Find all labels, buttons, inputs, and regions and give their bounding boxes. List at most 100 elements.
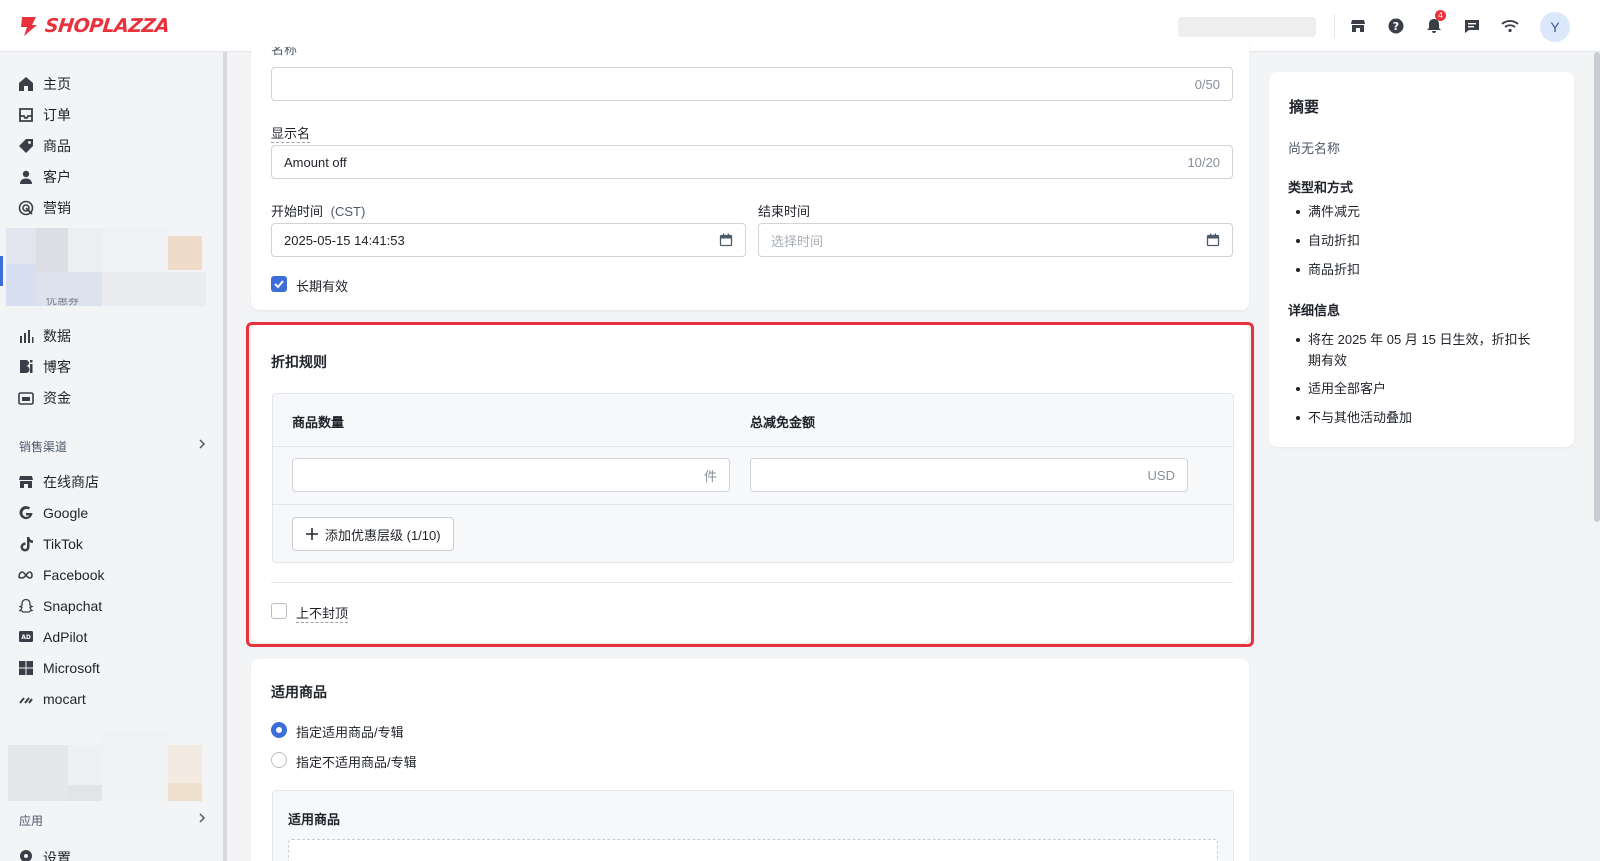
bell-icon[interactable]: 4 [1424, 10, 1446, 36]
highlight-annotation [246, 322, 1254, 647]
sidebar-item-label: 订单 [43, 107, 71, 123]
end-time-placeholder: 选择时间 [771, 233, 824, 249]
summary-detail-title: 详细信息 [1288, 303, 1341, 318]
sidebar-item-orders[interactable]: 订单 [18, 103, 71, 127]
display-name-char-count: 10/20 [1187, 154, 1220, 170]
sidebar-item-snapchat[interactable]: Snapchat [18, 594, 102, 618]
sidebar-item-label: 主页 [43, 76, 71, 92]
inbox-icon [19, 108, 33, 122]
blurred-area [68, 745, 102, 785]
sidebar-item-analytics[interactable]: 数据 [18, 324, 71, 348]
end-time-input[interactable]: 选择时间 [758, 223, 1233, 257]
summary-detail-item-cont: 期有效 [1308, 353, 1348, 368]
start-time-value: 2025-05-15 14:41:53 [284, 232, 405, 248]
summary-detail-item: 将在 2025 年 05 月 15 日生效，折扣长 [1308, 332, 1531, 347]
blog-icon [20, 360, 33, 373]
start-time-label: 开始时间 (CST) [271, 204, 366, 219]
main-scrollbar[interactable] [1594, 52, 1600, 522]
svg-text:?: ? [1393, 20, 1399, 33]
sidebar-item-google[interactable]: Google [18, 501, 88, 525]
summary-type-item: 商品折扣 [1308, 262, 1361, 277]
sidebar-item-label: 商品 [43, 138, 71, 154]
gear-icon [20, 850, 32, 861]
long-term-label: 长期有效 [296, 279, 349, 294]
sidebar-item-label: 客户 [43, 169, 71, 185]
mocart-icon [19, 697, 33, 704]
blurred-area [6, 228, 36, 264]
sidebar-item-online-store[interactable]: 在线商店 [18, 470, 99, 494]
sidebar-item-adpilot[interactable]: AD AdPilot [18, 625, 87, 649]
sidebar-item-customers[interactable]: 客户 [18, 165, 71, 189]
product-drop-area[interactable] [288, 839, 1218, 861]
sidebar-item-label: 在线商店 [43, 474, 99, 490]
bullet [1296, 239, 1300, 243]
sidebar-item-label: TikTok [43, 536, 83, 552]
include-products-label: 指定适用商品/专辑 [296, 725, 404, 740]
target-icon [18, 200, 34, 216]
store-name-blurred[interactable] [1178, 17, 1316, 37]
chevron-right-icon[interactable] [196, 438, 208, 450]
blurred-area [68, 785, 102, 801]
notification-badge: 4 [1435, 10, 1446, 21]
blurred-area [168, 745, 202, 783]
sidebar-item-finance[interactable]: 资金 [18, 386, 71, 410]
sidebar-scrollbar[interactable] [223, 52, 227, 861]
sidebar-item-label: 博客 [43, 359, 71, 375]
start-time-input[interactable]: 2025-05-15 14:41:53 [271, 223, 746, 257]
long-term-checkbox[interactable] [271, 276, 287, 292]
sidebar-item-label: 设置 [43, 850, 71, 861]
summary-type-item: 自动折扣 [1308, 233, 1361, 248]
bullet [1296, 210, 1300, 214]
sidebar-item-facebook[interactable]: Facebook [18, 563, 104, 587]
sidebar-item-label: Google [43, 505, 89, 521]
wifi-icon[interactable] [1500, 16, 1520, 36]
exclude-products-label: 指定不适用商品/专辑 [296, 755, 417, 770]
sidebar-item-label: Facebook [43, 567, 105, 583]
store-icon [19, 476, 33, 488]
applicable-products-box: 适用商品 [272, 790, 1234, 861]
sidebar-item-tiktok[interactable]: TikTok [18, 532, 83, 556]
help-icon[interactable]: ? [1386, 16, 1406, 36]
snapchat-icon [18, 598, 34, 613]
display-name-input[interactable]: Amount off 10/20 [271, 145, 1233, 179]
sidebar-item-label: mocart [43, 691, 86, 707]
logo-mark-icon [21, 17, 37, 36]
avatar[interactable]: Y [1540, 12, 1570, 42]
display-name-value: Amount off [284, 154, 347, 170]
brand-name: SHOPLAZZA [43, 15, 171, 37]
calendar-icon [1206, 233, 1220, 247]
sidebar-item-marketing[interactable]: 营销 [18, 196, 71, 220]
sidebar-item-coupon-partial[interactable]: 优惠券 [46, 298, 79, 309]
include-products-radio[interactable] [271, 722, 287, 738]
name-label: 名称 [271, 47, 298, 56]
name-input[interactable]: 0/50 [271, 67, 1233, 101]
exclude-products-radio[interactable] [271, 752, 287, 768]
blurred-area [168, 236, 202, 270]
sidebar-item-label: AdPilot [43, 629, 88, 645]
sidebar-item-label: 数据 [43, 328, 71, 344]
bullet [1296, 387, 1300, 391]
wallet-icon [18, 392, 34, 405]
apps-heading: 应用 [19, 814, 44, 828]
bullet [1296, 268, 1300, 272]
chevron-right-icon[interactable] [196, 812, 208, 824]
active-indicator [0, 256, 3, 286]
chat-icon[interactable] [1462, 16, 1482, 36]
blurred-area [102, 730, 168, 800]
store-icon[interactable] [1348, 16, 1368, 36]
bullet [1296, 338, 1300, 342]
shoplazza-logo[interactable]: SHOPLAZZA [18, 12, 171, 40]
display-name-label: 显示名 [271, 123, 311, 143]
name-char-count: 0/50 [1194, 76, 1220, 92]
check-icon [274, 280, 284, 289]
sidebar-item-label: Snapchat [43, 598, 103, 614]
sidebar-item-blog[interactable]: 博客 [18, 355, 71, 379]
sidebar-item-settings[interactable]: 设置 [18, 848, 71, 861]
sidebar-item-microsoft[interactable]: Microsoft [18, 656, 100, 680]
sidebar-item-products[interactable]: 商品 [18, 134, 71, 158]
blurred-area [102, 272, 206, 306]
tag-icon [19, 139, 33, 153]
sidebar-item-home[interactable]: 主页 [18, 72, 71, 96]
summary-detail-item: 不与其他活动叠加 [1308, 410, 1413, 425]
sidebar-item-mocart[interactable]: mocart [18, 687, 86, 711]
